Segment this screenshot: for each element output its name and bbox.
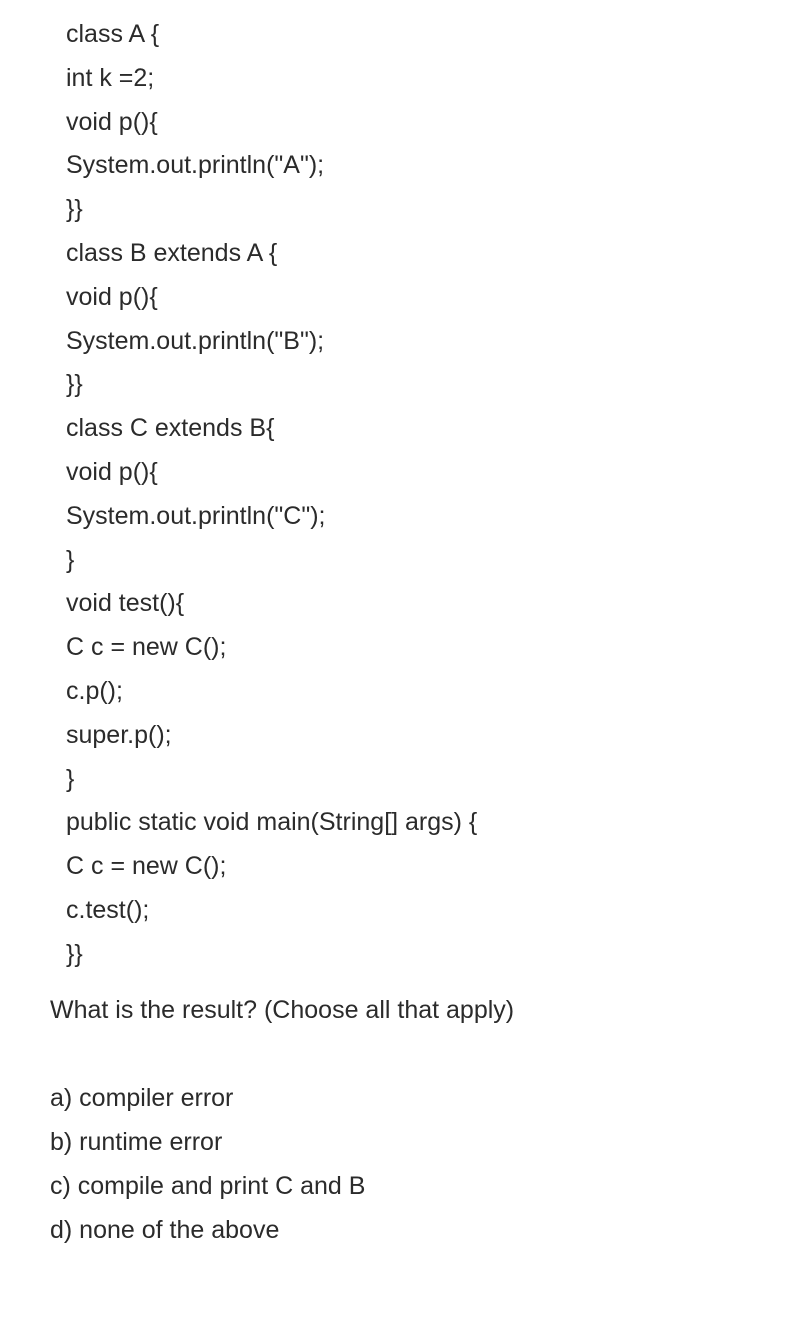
- code-line: c.p();: [66, 676, 123, 705]
- option-c[interactable]: c) compile and print C and B: [50, 1164, 750, 1208]
- code-line: }: [66, 764, 75, 793]
- code-line: class A {: [66, 20, 160, 48]
- option-b[interactable]: b) runtime error: [50, 1120, 750, 1164]
- code-line: int k =2;: [66, 63, 155, 92]
- question-text: What is the result? (Choose all that app…: [50, 996, 515, 1024]
- option-a[interactable]: a) compiler error: [50, 1076, 750, 1120]
- code-line: System.out.println("B");: [66, 326, 325, 355]
- code-line: }}: [66, 939, 83, 968]
- code-line: c.test();: [66, 895, 150, 924]
- option-d[interactable]: d) none of the above: [50, 1208, 750, 1252]
- code-line: void test(){: [66, 589, 185, 618]
- code-line: void p(){: [66, 107, 158, 136]
- code-line: void p(){: [66, 457, 158, 486]
- code-line: public static void main(String[] args) {: [66, 808, 478, 837]
- code-line: C c = new C();: [66, 852, 227, 881]
- code-line: class B extends A {: [66, 238, 278, 267]
- code-line: System.out.println("A");: [66, 151, 325, 180]
- code-line: class C extends B{: [66, 414, 275, 443]
- answer-options: a) compiler error b) runtime error c) co…: [50, 1076, 750, 1252]
- code-line: }}: [66, 195, 83, 224]
- question-page: class A { int k =2; void p(){ System.out…: [0, 0, 806, 1330]
- code-snippet: class A { int k =2; void p(){ System.out…: [66, 14, 766, 978]
- code-line: C c = new C();: [66, 633, 227, 662]
- code-line: void p(){: [66, 282, 158, 311]
- code-line: System.out.println("C");: [66, 501, 326, 530]
- code-line: super.p();: [66, 720, 172, 749]
- code-line: }: [66, 545, 75, 574]
- code-line: }}: [66, 370, 83, 399]
